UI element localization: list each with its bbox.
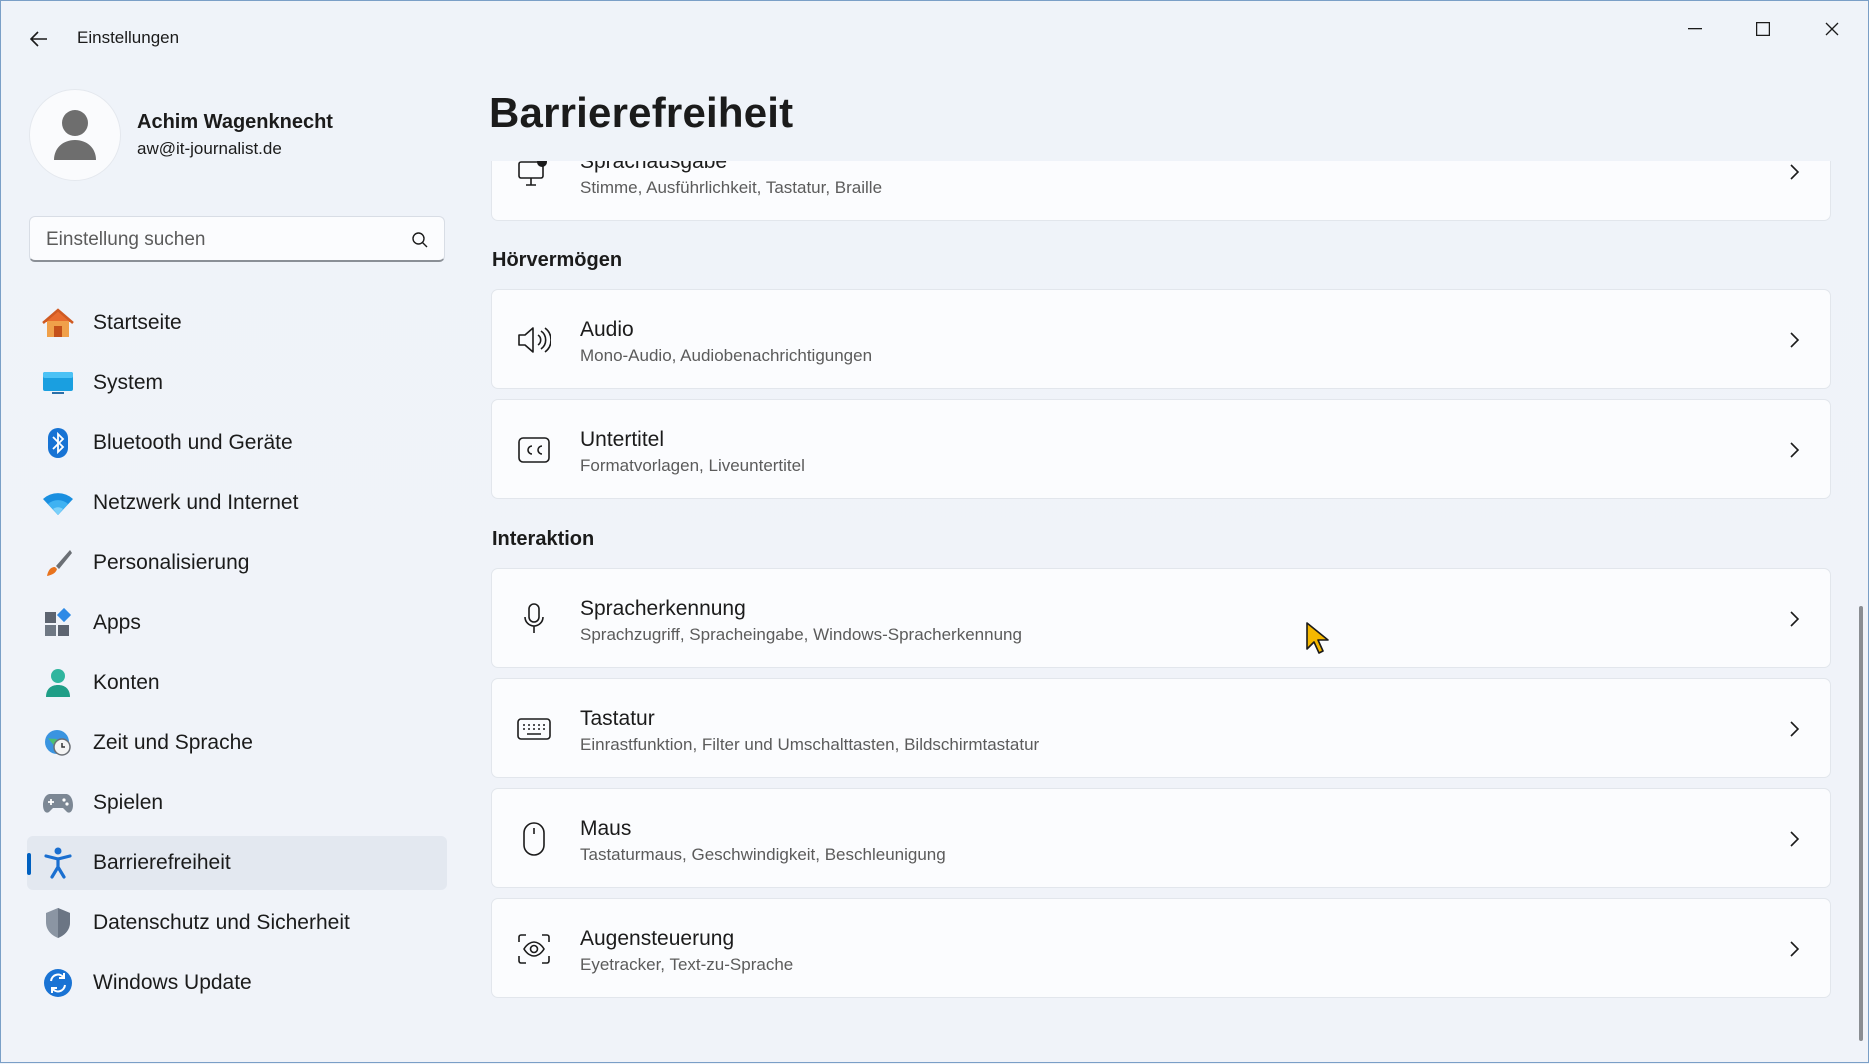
card-sprachausgabe[interactable]: Sprachausgabe Stimme, Ausführlichkeit, T…: [491, 161, 1831, 221]
settings-window: Einstellungen Achim Wagenknecht aw@it-jo…: [0, 0, 1869, 1063]
sidebar-item-label: Apps: [93, 611, 141, 634]
microphone-icon: [516, 601, 552, 637]
apps-icon: [41, 606, 75, 640]
card-title: Untertitel: [580, 428, 665, 451]
card-title: Tastatur: [580, 707, 655, 730]
bluetooth-icon: [41, 426, 75, 460]
sidebar-item-konten[interactable]: Konten: [27, 656, 447, 710]
sidebar-item-netzwerk[interactable]: Netzwerk und Internet: [27, 476, 447, 530]
close-button[interactable]: [1798, 7, 1866, 51]
card-tastatur[interactable]: Tastatur Einrastfunktion, Filter und Ums…: [491, 678, 1831, 778]
chevron-right-icon: [1790, 941, 1800, 957]
card-title: Augensteuerung: [580, 927, 735, 950]
sidebar-item-spielen[interactable]: Spielen: [27, 776, 447, 830]
minimize-icon: [1688, 28, 1702, 30]
eye-control-icon: [516, 931, 552, 967]
speaker-icon: [516, 322, 552, 358]
sidebar-item-label: Zeit und Sprache: [93, 731, 253, 754]
title-bar: Einstellungen: [1, 1, 1868, 75]
sidebar-item-label: Netzwerk und Internet: [93, 491, 299, 514]
account-icon: [41, 666, 75, 700]
sidebar-item-label: System: [93, 371, 164, 394]
back-arrow-icon: [30, 31, 47, 47]
narrator-icon: [516, 161, 552, 190]
search-icon[interactable]: [410, 230, 430, 250]
profile-name: Achim Wagenknecht: [137, 111, 333, 133]
sidebar-item-datenschutz[interactable]: Datenschutz und Sicherheit: [27, 896, 447, 950]
minimize-button[interactable]: [1661, 7, 1729, 51]
section-heading-hoervermoegen: Hörvermögen: [492, 249, 623, 271]
wifi-icon: [41, 486, 75, 520]
sidebar-item-label: Personalisierung: [93, 551, 250, 574]
card-subtitle: Stimme, Ausführlichkeit, Tastatur, Brail…: [580, 178, 883, 197]
maximize-icon: [1756, 22, 1770, 36]
sidebar-item-label: Datenschutz und Sicherheit: [93, 911, 350, 934]
card-maus[interactable]: Maus Tastaturmaus, Geschwindigkeit, Besc…: [491, 788, 1831, 888]
active-indicator: [27, 853, 31, 875]
page-title: Barrierefreiheit: [489, 89, 794, 136]
user-avatar-icon: [54, 110, 96, 160]
card-title: Audio: [580, 318, 634, 341]
chevron-right-icon: [1790, 332, 1800, 348]
keyboard-icon: [516, 711, 552, 747]
card-spracherkennung[interactable]: Spracherkennung Sprachzugriff, Sprachein…: [491, 568, 1831, 668]
sidebar-item-barrierefreiheit[interactable]: Barrierefreiheit: [27, 836, 447, 890]
sidebar-item-label: Bluetooth und Geräte: [93, 431, 293, 454]
maximize-button[interactable]: [1729, 7, 1797, 51]
card-subtitle: Einrastfunktion, Filter und Umschalttast…: [580, 735, 1040, 754]
card-audio[interactable]: Audio Mono-Audio, Audiobenachrichtigunge…: [491, 289, 1831, 389]
close-icon: [1825, 22, 1839, 36]
scrollbar-thumb[interactable]: [1859, 606, 1863, 1041]
monitor-icon: [41, 366, 75, 400]
accessibility-icon: [41, 846, 75, 880]
mouse-icon: [516, 821, 552, 857]
search-box[interactable]: [29, 216, 445, 262]
update-icon: [41, 966, 75, 1000]
chevron-right-icon: [1790, 442, 1800, 458]
clock-globe-icon: [41, 726, 75, 760]
sidebar-item-startseite[interactable]: Startseite: [27, 296, 447, 350]
card-title: Sprachausgabe: [580, 161, 728, 173]
user-profile[interactable]: Achim Wagenknecht aw@it-journalist.de: [29, 89, 449, 181]
sidebar-item-label: Startseite: [93, 311, 182, 334]
sidebar-item-personalisierung[interactable]: Personalisierung: [27, 536, 447, 590]
section-heading-interaktion: Interaktion: [492, 528, 595, 550]
chevron-right-icon: [1790, 721, 1800, 737]
sidebar-nav: Startseite System Bluetooth und Geräte N…: [27, 296, 447, 1016]
card-subtitle: Mono-Audio, Audiobenachrichtigungen: [580, 346, 873, 365]
sidebar-item-bluetooth[interactable]: Bluetooth und Geräte: [27, 416, 447, 470]
card-subtitle: Formatvorlagen, Liveuntertitel: [580, 456, 805, 475]
card-subtitle: Tastaturmaus, Geschwindigkeit, Beschleun…: [580, 845, 946, 864]
sidebar-item-zeit-sprache[interactable]: Zeit und Sprache: [27, 716, 447, 770]
card-subtitle: Eyetracker, Text-zu-Sprache: [580, 955, 794, 974]
profile-email: aw@it-journalist.de: [137, 139, 282, 158]
card-subtitle: Sprachzugriff, Spracheingabe, Windows-Sp…: [580, 625, 1022, 644]
shield-icon: [41, 906, 75, 940]
app-title: Einstellungen: [77, 28, 180, 47]
sidebar-item-windows-update[interactable]: Windows Update: [27, 956, 447, 1010]
gamepad-icon: [41, 786, 75, 820]
card-untertitel[interactable]: Untertitel Formatvorlagen, Liveuntertite…: [491, 399, 1831, 499]
brush-icon: [41, 546, 75, 580]
chevron-right-icon: [1790, 611, 1800, 627]
card-augensteuerung[interactable]: Augensteuerung Eyetracker, Text-zu-Sprac…: [491, 898, 1831, 998]
sidebar-item-label: Barrierefreiheit: [93, 851, 231, 874]
avatar: [29, 89, 121, 181]
search-input[interactable]: [44, 225, 388, 255]
closed-captions-icon: [516, 432, 552, 468]
chevron-right-icon: [1790, 164, 1800, 180]
sidebar-item-label: Konten: [93, 671, 160, 694]
card-title: Maus: [580, 817, 632, 840]
sidebar-item-apps[interactable]: Apps: [27, 596, 447, 650]
card-title: Spracherkennung: [580, 597, 746, 620]
settings-content: Sprachausgabe Stimme, Ausführlichkeit, T…: [491, 161, 1831, 1064]
chevron-right-icon: [1790, 831, 1800, 847]
sidebar-item-label: Spielen: [93, 791, 164, 814]
mouse-cursor-icon: [1306, 622, 1329, 654]
sidebar-item-label: Windows Update: [93, 971, 252, 994]
back-button[interactable]: [21, 21, 57, 57]
sidebar-item-system[interactable]: System: [27, 356, 447, 410]
home-icon: [41, 306, 75, 340]
